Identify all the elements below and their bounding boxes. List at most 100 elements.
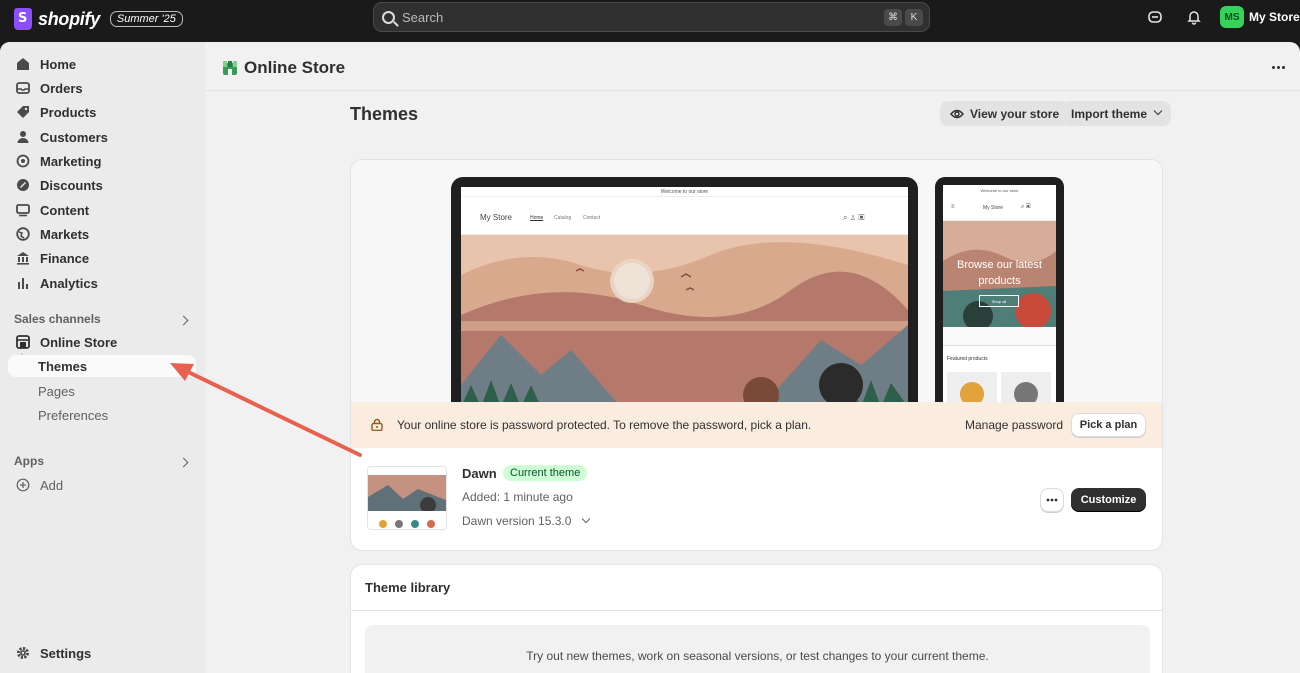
chevron-down-icon bbox=[1153, 106, 1163, 115]
person-icon bbox=[17, 131, 29, 143]
sidebar-item-label: Customers bbox=[40, 129, 108, 145]
chat-bot-icon[interactable] bbox=[1147, 9, 1163, 25]
theme-library-empty-state: Try out new themes, work on seasonal ver… bbox=[365, 625, 1150, 673]
more-horizontal-icon bbox=[1046, 498, 1058, 502]
bar-chart-icon bbox=[18, 278, 28, 289]
lock-icon bbox=[371, 418, 383, 431]
eye-icon bbox=[950, 109, 964, 118]
theme-thumbnail-image bbox=[368, 467, 446, 529]
discount-icon bbox=[17, 179, 29, 191]
search-placeholder: Search bbox=[402, 9, 444, 25]
import-theme-label: Import theme bbox=[1071, 106, 1148, 121]
tag-icon bbox=[17, 106, 29, 118]
theme-name: Dawn bbox=[462, 466, 497, 481]
sidebar-item-home[interactable]: Home bbox=[8, 53, 196, 75]
current-theme-badge: Current theme bbox=[503, 465, 588, 481]
sidebar-item-add-app[interactable]: Add bbox=[8, 474, 196, 496]
plus-circle-icon bbox=[16, 478, 30, 492]
sidebar-item-discounts[interactable]: Discounts bbox=[8, 174, 196, 196]
sales-channels-label[interactable]: Sales channels bbox=[14, 312, 101, 326]
theme-version-dropdown[interactable]: Dawn version 15.3.0 bbox=[462, 514, 590, 528]
theme-library-card: Theme library Try out new themes, work o… bbox=[350, 564, 1163, 673]
chevron-down-icon bbox=[581, 514, 590, 524]
shopify-logo[interactable]: shopify Summer '25 bbox=[14, 8, 183, 30]
sidebar-item-customers[interactable]: Customers bbox=[8, 126, 196, 148]
preview-nav-home: Home bbox=[530, 215, 544, 221]
home-icon bbox=[17, 58, 29, 70]
brand-name: shopify bbox=[38, 8, 100, 29]
theme-actions-button[interactable] bbox=[1040, 488, 1064, 512]
preview-store-header: My Store Home Catalog Contact ⌕ ♙ ▣ bbox=[461, 197, 908, 235]
sidebar-item-online-store[interactable]: Online Store bbox=[8, 331, 196, 353]
sidebar-item-label: Products bbox=[40, 104, 97, 120]
globe-icon bbox=[16, 227, 30, 241]
cmd-key: ⌘ bbox=[884, 9, 902, 26]
sidebar-item-content[interactable]: Content bbox=[8, 199, 196, 221]
sidebar-item-pages[interactable]: Pages bbox=[8, 380, 196, 402]
announcement-bar: Welcome to our store bbox=[461, 187, 908, 197]
sidebar-item-settings[interactable]: Settings bbox=[8, 642, 196, 664]
view-store-label: View your store bbox=[970, 106, 1060, 121]
content-icon bbox=[16, 204, 30, 217]
mobile-store-name: My Store bbox=[983, 205, 1004, 211]
sidebar-item-label: Content bbox=[40, 202, 90, 218]
sidebar-item-marketing[interactable]: Marketing bbox=[8, 150, 196, 172]
k-key: K bbox=[905, 9, 923, 26]
top-bar: shopify Summer '25 Search ⌘ K MS My Stor… bbox=[0, 0, 1300, 42]
chevron-right-icon[interactable] bbox=[178, 457, 189, 468]
desktop-preview: Welcome to our store My Store Home Catal… bbox=[451, 177, 918, 402]
manage-password-link[interactable]: Manage password bbox=[965, 418, 1063, 432]
app-shell: Home Orders Products Customers Marketing… bbox=[0, 42, 1300, 673]
bell-icon[interactable] bbox=[1186, 9, 1202, 25]
dawn-theme-thumbnail[interactable] bbox=[367, 466, 447, 530]
sidebar-item-themes[interactable]: Themes bbox=[8, 355, 196, 377]
gear-icon bbox=[17, 647, 29, 659]
mobile-hero: Browse our latest products Shop all bbox=[943, 221, 1056, 327]
sidebar-item-preferences[interactable]: Preferences bbox=[8, 404, 196, 426]
avatar: MS bbox=[1220, 6, 1244, 28]
themes-heading: Themes bbox=[350, 104, 419, 124]
sidebar-item-finance[interactable]: Finance bbox=[8, 247, 196, 269]
pick-a-plan-button[interactable]: Pick a plan bbox=[1071, 413, 1146, 437]
preview-nav-contact: Contact bbox=[583, 215, 601, 221]
search-input[interactable]: Search ⌘ K bbox=[373, 2, 930, 32]
mobile-preview: Welcome to our store ≡ My Store ⌕ ▣ Brow… bbox=[935, 177, 1064, 402]
search-icon bbox=[382, 10, 395, 24]
store-menu[interactable]: MS My Store bbox=[1220, 6, 1300, 28]
password-warning-text: Your online store is password protected.… bbox=[397, 418, 812, 432]
edition-badge[interactable]: Summer '25 bbox=[109, 11, 183, 27]
password-warning-banner: Your online store is password protected.… bbox=[351, 402, 1162, 448]
sidebar-item-orders[interactable]: Orders bbox=[8, 77, 196, 99]
chevron-right-icon[interactable] bbox=[178, 315, 189, 326]
mobile-header-icons: ⌕ ▣ bbox=[1021, 204, 1031, 210]
theme-library-description: Try out new themes, work on seasonal ver… bbox=[526, 649, 989, 663]
theme-preview[interactable]: Welcome to our store My Store Home Catal… bbox=[351, 160, 1162, 402]
sidebar-item-label: Settings bbox=[40, 645, 92, 661]
sidebar-item-analytics[interactable]: Analytics bbox=[8, 272, 196, 294]
current-theme-card: Welcome to our store My Store Home Catal… bbox=[350, 159, 1163, 551]
view-store-button[interactable]: View your store bbox=[940, 101, 1070, 126]
apps-label[interactable]: Apps bbox=[14, 454, 44, 468]
mobile-announcement-bar: Welcome to our store bbox=[980, 187, 1019, 193]
preview-store-name: My Store bbox=[480, 213, 513, 222]
more-actions-icon[interactable] bbox=[1272, 66, 1285, 69]
header-divider bbox=[205, 90, 1300, 91]
theme-added-time: Added: 1 minute ago bbox=[462, 490, 573, 504]
mobile-hero-text: Browse our latest products bbox=[957, 259, 1042, 287]
sidebar-item-label: Finance bbox=[40, 250, 90, 266]
sidebar-item-label: Home bbox=[40, 56, 77, 72]
sidebar-item-label: Orders bbox=[40, 80, 83, 96]
featured-products: Featured products bbox=[943, 345, 1056, 402]
customize-button[interactable]: Customize bbox=[1071, 488, 1146, 512]
mobile-header: ≡ My Store ⌕ ▣ bbox=[943, 195, 1056, 221]
page-title: Online Store bbox=[244, 58, 346, 77]
library-divider bbox=[351, 610, 1162, 611]
theme-version-label: Dawn version 15.3.0 bbox=[462, 514, 572, 528]
import-theme-button[interactable]: Import theme bbox=[1061, 101, 1172, 126]
theme-library-title: Theme library bbox=[365, 580, 451, 595]
store-icon bbox=[16, 335, 30, 349]
sidebar-item-markets[interactable]: Markets bbox=[8, 223, 196, 245]
sidebar-item-products[interactable]: Products bbox=[8, 101, 196, 123]
sidebar-item-label: Add bbox=[40, 477, 64, 493]
featured-label: Featured products bbox=[947, 356, 988, 362]
